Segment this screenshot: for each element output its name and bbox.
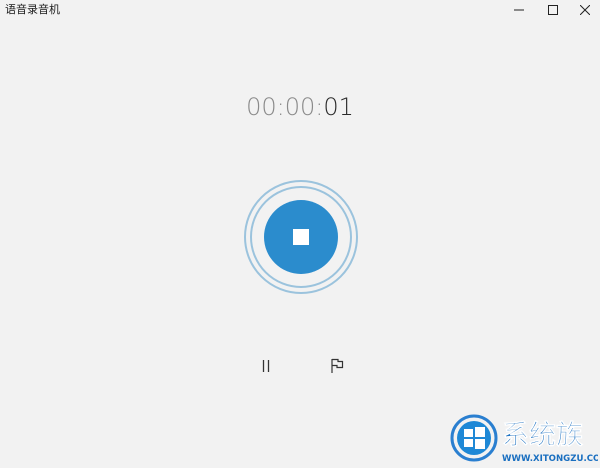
close-icon bbox=[580, 5, 590, 15]
pause-icon bbox=[262, 360, 270, 372]
flag-icon bbox=[331, 358, 344, 373]
maximize-icon bbox=[548, 5, 558, 15]
voice-recorder-window: 语音录音机 00:00:01 系统族 WWW.XITONGZU.CO bbox=[0, 0, 600, 468]
minimize-icon bbox=[514, 9, 524, 11]
record-control bbox=[244, 180, 358, 294]
watermark-url: WWW.XITONGZU.COM bbox=[502, 454, 598, 464]
watermark: 系统族 WWW.XITONGZU.COM bbox=[446, 410, 598, 466]
timer-elapsed-prefix: 00:00: bbox=[246, 93, 324, 121]
close-button[interactable] bbox=[566, 0, 600, 20]
stop-icon bbox=[293, 229, 309, 245]
watermark-text: 系统族 WWW.XITONGZU.COM bbox=[502, 419, 598, 464]
title-bar: 语音录音机 bbox=[0, 0, 600, 20]
minimize-button[interactable] bbox=[500, 0, 538, 20]
watermark-brand: 系统族 bbox=[502, 419, 584, 451]
app-title: 语音录音机 bbox=[5, 3, 60, 16]
timer-elapsed-seconds: 01 bbox=[323, 93, 354, 121]
pause-button[interactable] bbox=[254, 354, 278, 378]
stop-recording-button[interactable] bbox=[264, 200, 338, 274]
windows-logo-icon bbox=[450, 414, 498, 462]
add-marker-button[interactable] bbox=[325, 354, 349, 378]
recording-timer: 00:00:01 bbox=[0, 92, 600, 122]
